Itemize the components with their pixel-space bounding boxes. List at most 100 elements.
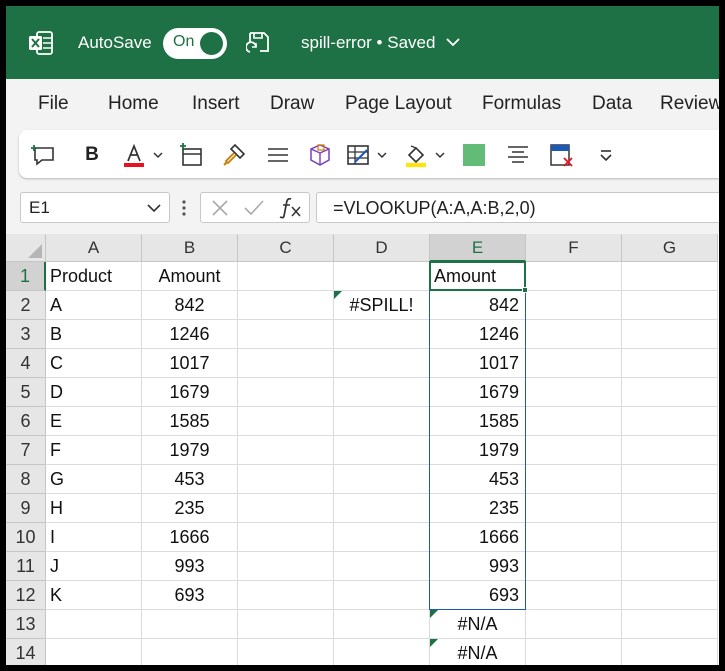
- menu-home[interactable]: Home: [108, 93, 159, 115]
- cell-g14[interactable]: [622, 639, 718, 665]
- cell-c4[interactable]: [238, 349, 334, 378]
- cell-f11[interactable]: [526, 552, 622, 581]
- cell-g6[interactable]: [622, 407, 718, 436]
- cell-b13[interactable]: [142, 610, 238, 639]
- cell-e10[interactable]: 1666: [430, 523, 526, 552]
- name-box[interactable]: E1: [20, 192, 170, 223]
- cell-d8[interactable]: [334, 465, 430, 494]
- cell-g7[interactable]: [622, 436, 718, 465]
- column-header-b[interactable]: B: [142, 234, 238, 262]
- row-header-11[interactable]: 11: [6, 552, 46, 581]
- cell-d10[interactable]: [334, 523, 430, 552]
- cell-d5[interactable]: [334, 378, 430, 407]
- cell-g11[interactable]: [622, 552, 718, 581]
- cell-f6[interactable]: [526, 407, 622, 436]
- cell-g4[interactable]: [622, 349, 718, 378]
- cell-c10[interactable]: [238, 523, 334, 552]
- table-format-icon[interactable]: [345, 142, 371, 168]
- cell-f10[interactable]: [526, 523, 622, 552]
- row-header-5[interactable]: 5: [6, 378, 46, 407]
- cell-c14[interactable]: [238, 639, 334, 665]
- fill-color-icon[interactable]: [403, 142, 429, 168]
- cell-g9[interactable]: [622, 494, 718, 523]
- chevron-down-icon[interactable]: [446, 37, 460, 47]
- align-icon[interactable]: [265, 142, 291, 168]
- cell-c1[interactable]: [238, 262, 334, 291]
- cell-d9[interactable]: [334, 494, 430, 523]
- cell-g5[interactable]: [622, 378, 718, 407]
- comment-icon[interactable]: [31, 142, 57, 168]
- cell-f13[interactable]: [526, 610, 622, 639]
- cell-b2[interactable]: 842: [142, 291, 238, 320]
- cell-f5[interactable]: [526, 378, 622, 407]
- row-header-3[interactable]: 3: [6, 320, 46, 349]
- cell-e6[interactable]: 1585: [430, 407, 526, 436]
- cell-b4[interactable]: 1017: [142, 349, 238, 378]
- cell-e8[interactable]: 453: [430, 465, 526, 494]
- row-header-10[interactable]: 10: [6, 523, 46, 552]
- more-vertical-icon[interactable]: [182, 198, 186, 218]
- cell-a7[interactable]: F: [46, 436, 142, 465]
- cell-b10[interactable]: 1666: [142, 523, 238, 552]
- save-icon[interactable]: [246, 30, 272, 56]
- cell-a14[interactable]: [46, 639, 142, 665]
- row-header-13[interactable]: 13: [6, 610, 46, 639]
- cell-b9[interactable]: 235: [142, 494, 238, 523]
- cell-g12[interactable]: [622, 581, 718, 610]
- cell-a13[interactable]: [46, 610, 142, 639]
- cell-f8[interactable]: [526, 465, 622, 494]
- font-color-chevron-icon[interactable]: [153, 152, 163, 159]
- cell-d1[interactable]: [334, 262, 430, 291]
- menu-page-layout[interactable]: Page Layout: [345, 93, 452, 115]
- cell-b6[interactable]: 1585: [142, 407, 238, 436]
- row-header-12[interactable]: 12: [6, 581, 46, 610]
- menu-data[interactable]: Data: [592, 93, 632, 115]
- cell-b7[interactable]: 1979: [142, 436, 238, 465]
- row-header-6[interactable]: 6: [6, 407, 46, 436]
- cell-a2[interactable]: A: [46, 291, 142, 320]
- row-header-9[interactable]: 9: [6, 494, 46, 523]
- cell-c5[interactable]: [238, 378, 334, 407]
- cell-e14[interactable]: #N/A: [430, 639, 526, 665]
- row-header-14[interactable]: 14: [6, 639, 46, 665]
- row-header-7[interactable]: 7: [6, 436, 46, 465]
- cancel-icon[interactable]: [211, 199, 229, 217]
- cell-e5[interactable]: 1679: [430, 378, 526, 407]
- cell-a11[interactable]: J: [46, 552, 142, 581]
- fill-handle[interactable]: [522, 287, 528, 293]
- excel-logo-icon[interactable]: [28, 30, 54, 56]
- row-header-4[interactable]: 4: [6, 349, 46, 378]
- cell-e7[interactable]: 1979: [430, 436, 526, 465]
- cell-b12[interactable]: 693: [142, 581, 238, 610]
- chevron-down-icon[interactable]: [147, 204, 161, 213]
- cell-c13[interactable]: [238, 610, 334, 639]
- cell-b8[interactable]: 453: [142, 465, 238, 494]
- 3d-box-icon[interactable]: [307, 142, 333, 168]
- column-header-g[interactable]: G: [622, 234, 718, 262]
- cell-e2[interactable]: 842: [430, 291, 526, 320]
- cell-b5[interactable]: 1679: [142, 378, 238, 407]
- more-icon[interactable]: [593, 142, 619, 168]
- row-header-8[interactable]: 8: [6, 465, 46, 494]
- cell-f3[interactable]: [526, 320, 622, 349]
- cell-d14[interactable]: [334, 639, 430, 665]
- function-icon[interactable]: [277, 196, 303, 220]
- row-header-1[interactable]: 1: [6, 262, 46, 291]
- row-header-2[interactable]: 2: [6, 291, 46, 320]
- cell-e12[interactable]: 693: [430, 581, 526, 610]
- green-swatch-icon[interactable]: [461, 142, 487, 168]
- cell-c12[interactable]: [238, 581, 334, 610]
- cell-a3[interactable]: B: [46, 320, 142, 349]
- cell-a1[interactable]: Product: [46, 262, 142, 291]
- cell-d3[interactable]: [334, 320, 430, 349]
- cell-g1[interactable]: [622, 262, 718, 291]
- cell-a8[interactable]: G: [46, 465, 142, 494]
- cell-c9[interactable]: [238, 494, 334, 523]
- cell-d2[interactable]: #SPILL!: [334, 291, 430, 320]
- add-table-icon[interactable]: [179, 142, 205, 168]
- cell-c2[interactable]: [238, 291, 334, 320]
- cell-g8[interactable]: [622, 465, 718, 494]
- cell-d11[interactable]: [334, 552, 430, 581]
- cell-e3[interactable]: 1246: [430, 320, 526, 349]
- autosave-toggle[interactable]: On: [163, 28, 227, 59]
